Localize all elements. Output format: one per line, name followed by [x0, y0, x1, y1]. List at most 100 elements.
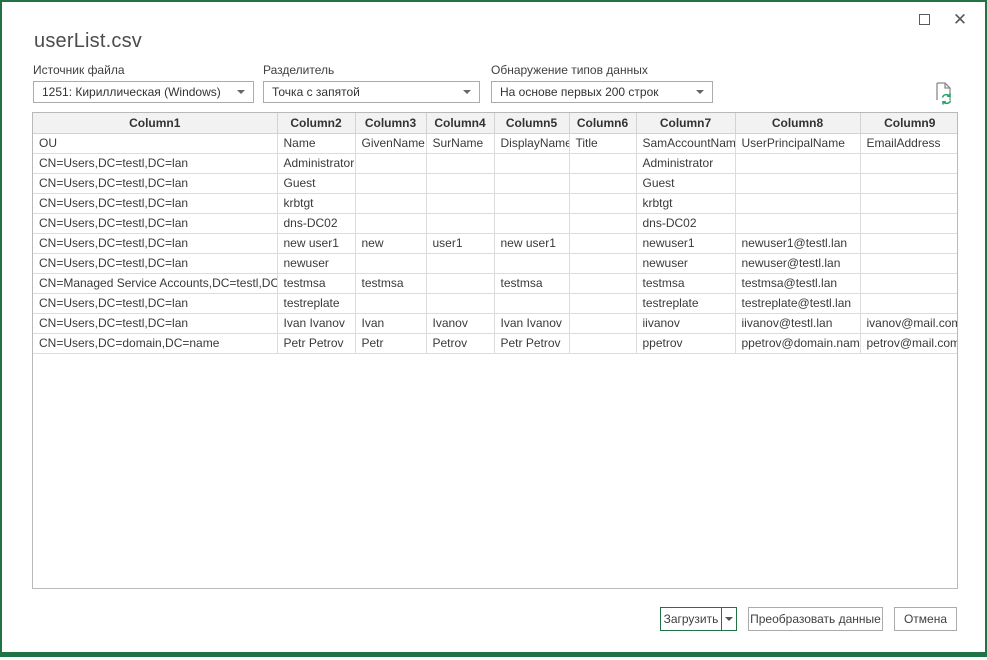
table-cell [569, 173, 636, 193]
table-cell: Name [277, 133, 355, 153]
page-title: userList.csv [34, 30, 142, 53]
table-row: CN=Managed Service Accounts,DC=testl,DC=… [33, 273, 958, 293]
type-detection-label: Обнаружение типов данных [491, 63, 713, 77]
table-cell [860, 273, 958, 293]
column-header: Column5 [494, 113, 569, 133]
delimiter-label: Разделитель [263, 63, 480, 77]
table-cell [569, 193, 636, 213]
chevron-down-icon [696, 90, 704, 94]
table-cell [860, 193, 958, 213]
table-cell [494, 293, 569, 313]
cancel-button[interactable]: Отмена [894, 607, 957, 631]
file-origin-field: Источник файла 1251: Кириллическая (Wind… [33, 63, 254, 103]
table-cell [735, 153, 860, 173]
table-cell: newuser1@testl.lan [735, 233, 860, 253]
table-row: CN=Users,DC=testl,DC=landns-DC02dns-DC02 [33, 213, 958, 233]
load-button[interactable]: Загрузить [661, 608, 721, 630]
table-cell [569, 313, 636, 333]
table-cell: Ivan Ivanov [494, 313, 569, 333]
header-row: Column1Column2Column3Column4Column5Colum… [33, 113, 958, 133]
table-cell [355, 293, 426, 313]
table-cell [355, 173, 426, 193]
table-cell [494, 193, 569, 213]
table-row: CN=Users,DC=testl,DC=lanIvan IvanovIvanI… [33, 313, 958, 333]
load-split-button: Загрузить [660, 607, 737, 631]
refresh-preview-button[interactable] [932, 81, 956, 105]
table-cell: testmsa [277, 273, 355, 293]
preview-table-container: Column1Column2Column3Column4Column5Colum… [32, 112, 958, 589]
load-dropdown-button[interactable] [721, 608, 736, 630]
chevron-down-icon [725, 617, 733, 621]
chevron-down-icon [237, 90, 245, 94]
table-cell: CN=Users,DC=testl,DC=lan [33, 313, 277, 333]
table-cell: testmsa@testl.lan [735, 273, 860, 293]
table-cell: krbtgt [277, 193, 355, 213]
table-cell [735, 213, 860, 233]
table-cell [735, 173, 860, 193]
table-cell: dns-DC02 [277, 213, 355, 233]
table-cell [569, 153, 636, 173]
table-cell: testmsa [494, 273, 569, 293]
table-cell: CN=Users,DC=testl,DC=lan [33, 233, 277, 253]
table-cell: new user1 [494, 233, 569, 253]
table-cell [355, 153, 426, 173]
file-origin-label: Источник файла [33, 63, 254, 77]
table-cell: testmsa [355, 273, 426, 293]
table-cell [860, 213, 958, 233]
table-cell [426, 293, 494, 313]
table-cell: Petr [355, 333, 426, 353]
type-detection-select[interactable]: На основе первых 200 строк [491, 81, 713, 103]
table-cell [860, 293, 958, 313]
delimiter-select[interactable]: Точка с запятой [263, 81, 480, 103]
table-row: CN=Users,DC=domain,DC=namePetr PetrovPet… [33, 333, 958, 353]
file-origin-select[interactable]: 1251: Кириллическая (Windows) [33, 81, 254, 103]
transform-data-button[interactable]: Преобразовать данные [748, 607, 883, 631]
table-cell: EmailAddress [860, 133, 958, 153]
table-cell [569, 253, 636, 273]
table-cell: Ivan Ivanov [277, 313, 355, 333]
table-cell: ivanov@mail.com [860, 313, 958, 333]
table-cell [569, 273, 636, 293]
maximize-button[interactable] [911, 8, 937, 30]
maximize-icon [919, 14, 930, 25]
table-row: CN=Users,DC=testl,DC=lannewusernewuserne… [33, 253, 958, 273]
column-header: Column1 [33, 113, 277, 133]
column-header: Column4 [426, 113, 494, 133]
preview-table: Column1Column2Column3Column4Column5Colum… [33, 113, 958, 354]
table-cell [355, 253, 426, 273]
table-cell: newuser [636, 253, 735, 273]
table-cell: new user1 [277, 233, 355, 253]
table-row: OUNameGivenNameSurNameDisplayNameTitleSa… [33, 133, 958, 153]
column-header: Column7 [636, 113, 735, 133]
column-header: Column6 [569, 113, 636, 133]
type-detection-value: На основе первых 200 строк [500, 85, 659, 99]
table-cell [494, 153, 569, 173]
column-header: Column2 [277, 113, 355, 133]
table-cell: DisplayName [494, 133, 569, 153]
column-header: Column3 [355, 113, 426, 133]
table-cell [426, 213, 494, 233]
table-cell: CN=Users,DC=testl,DC=lan [33, 193, 277, 213]
table-cell: Guest [636, 173, 735, 193]
table-cell [569, 213, 636, 233]
table-row: CN=Users,DC=testl,DC=lankrbtgtkrbtgt [33, 193, 958, 213]
table-cell [426, 153, 494, 173]
table-row: CN=Users,DC=testl,DC=lannew user1newuser… [33, 233, 958, 253]
table-cell: Title [569, 133, 636, 153]
table-cell: dns-DC02 [636, 213, 735, 233]
close-button[interactable]: ✕ [947, 8, 973, 30]
table-cell: Petrov [426, 333, 494, 353]
table-cell: petrov@mail.com [860, 333, 958, 353]
table-cell [494, 213, 569, 233]
table-cell: Administrator [277, 153, 355, 173]
table-cell: newuser1 [636, 233, 735, 253]
table-cell: CN=Users,DC=domain,DC=name [33, 333, 277, 353]
table-cell: iivanov [636, 313, 735, 333]
table-cell: Petr Petrov [494, 333, 569, 353]
table-cell [426, 253, 494, 273]
refresh-file-icon [933, 81, 955, 105]
table-cell: testreplate [277, 293, 355, 313]
table-cell [735, 193, 860, 213]
table-cell: Petr Petrov [277, 333, 355, 353]
table-cell: iivanov@testl.lan [735, 313, 860, 333]
